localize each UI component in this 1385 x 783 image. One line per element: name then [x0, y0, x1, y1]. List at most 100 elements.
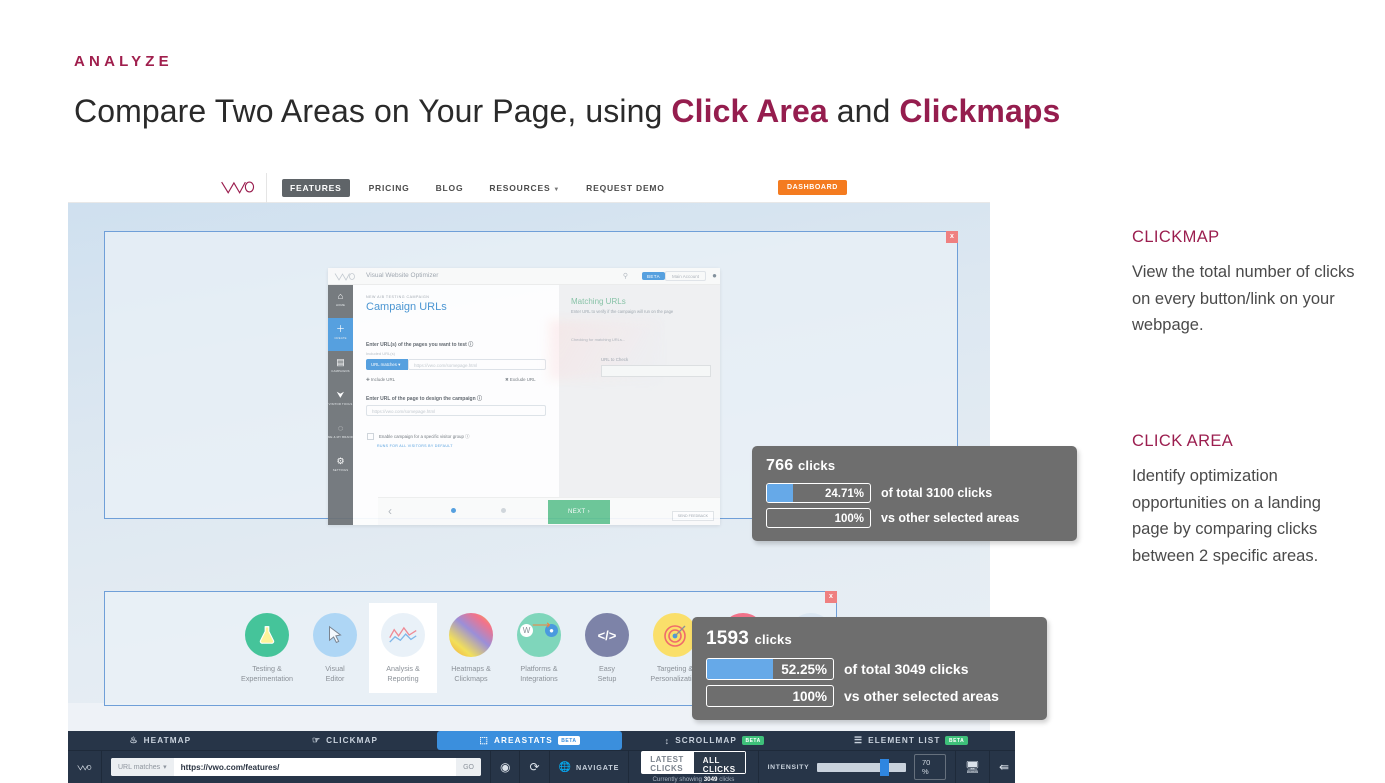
tooltip-1-percent-bar: 24.71% [766, 483, 871, 503]
nav-link-pricing[interactable]: PRICING [356, 183, 423, 193]
vwo-logo-icon [77, 764, 92, 771]
bar-fill [707, 659, 773, 679]
sidebar-item-visitor-tools[interactable]: ⮟ VISITOR TOOLS [328, 384, 353, 417]
info-icon[interactable]: ⓘ [465, 434, 469, 439]
tooltip-2-row-compare: 100% vs other selected areas [706, 685, 1033, 707]
eye-icon[interactable]: ◉ [500, 760, 510, 774]
nav-link-features[interactable]: FEATURES [282, 179, 350, 197]
url-input-1[interactable]: https://vwo.com/somepage.html [408, 359, 546, 370]
close-icon[interactable]: x [946, 231, 958, 243]
feature-easy-setup[interactable]: </> Easy Setup [573, 603, 641, 693]
search-icon[interactable]: ⚲ [623, 272, 628, 280]
feature-analysis-reporting[interactable]: Analysis & Reporting [369, 603, 437, 693]
url-match-selector[interactable]: URL matches ▾ [366, 359, 408, 370]
app-main-content: NEW A/B TESTING CAMPAIGN Campaign URLs E… [353, 285, 720, 525]
globe-icon: 🌐 [558, 761, 571, 773]
sidebar-item-create[interactable]: ＋ CREATE [328, 318, 353, 351]
page-title-accent-click-area: Click Area [671, 93, 828, 129]
cursor-icon [313, 613, 357, 657]
next-button[interactable]: NEXT › [548, 500, 610, 524]
vwo-logo-icon [221, 181, 255, 194]
device-button-cell[interactable]: 🖥 [956, 751, 990, 783]
tab-heatmap[interactable]: ♨ HEATMAP [68, 731, 253, 750]
clicks-segmented-control[interactable]: LATEST CLICKS ALL CLICKS [641, 751, 746, 774]
beta-badge: BETA [945, 736, 968, 745]
url-input-2[interactable]: https://vwo.com/somepage.html [366, 405, 546, 416]
click-area-tooltip-2: 1593 clicks 52.25% of total 3049 clicks … [692, 617, 1047, 720]
step-urls[interactable]: URLs [438, 508, 468, 525]
matching-urls-heading: Matching URLs [571, 297, 626, 306]
nav-link-resources[interactable]: RESOURCES ▼ [476, 183, 573, 193]
tab-element-list[interactable]: ☰ ELEMENT LIST BETA [807, 731, 1015, 750]
include-url-link[interactable]: ✚ Include URL [366, 377, 395, 383]
page-title-accent-clickmaps: Clickmaps [899, 93, 1061, 129]
feature-label: Testing & Experimentation [241, 664, 293, 684]
monitor-icon[interactable]: 🖥 [965, 760, 980, 774]
tooltip-1-row-compare: 100% vs other selected areas [766, 508, 1063, 528]
click-area-tooltip-1: 766 clicks 24.71% of total 3100 clicks 1… [752, 446, 1077, 541]
app-beta-badge: BETA [641, 272, 665, 280]
sidebar-item-campaigns[interactable]: ▤ CAMPAIGNS [328, 351, 353, 384]
url-match-dropdown[interactable]: URL matches ▾ [111, 758, 174, 776]
intensity-value[interactable]: 70 % [913, 754, 946, 780]
app-product-name: Visual Website Optimizer [366, 272, 439, 279]
exclude-url-link[interactable]: ✖ Exclude URL [505, 377, 536, 383]
tooltip-2-total-caption: of total 3049 clicks [844, 661, 969, 677]
eye-button-cell[interactable]: ◉ [491, 751, 521, 783]
feature-heatmaps-clickmaps[interactable]: Heatmaps & Clickmaps [437, 603, 505, 693]
sidebar-item-brand[interactable]: ◌ ME & MY BRAND [328, 417, 353, 450]
dashed-box-icon: ⬚ [479, 735, 490, 745]
feature-platforms-integrations[interactable]: W ● ⟶ Platforms & Integrations [505, 603, 573, 693]
nav-link-blog[interactable]: BLOG [423, 183, 477, 193]
tab-label: AREASTATS [494, 736, 553, 745]
intensity-slider[interactable] [817, 758, 906, 776]
flame-icon: ♨ [129, 735, 139, 745]
url-bar[interactable]: URL matches ▾ https://vwo.com/features/ G… [111, 758, 481, 776]
tab-label: ELEMENT LIST [868, 736, 941, 745]
notification-icon[interactable]: ● [712, 271, 717, 280]
page-title-part-2: and [827, 93, 900, 129]
info-icon[interactable]: ⓘ [477, 396, 482, 402]
page-eyebrow: ANALYZE [74, 53, 173, 70]
slider-knob[interactable] [880, 758, 890, 776]
tab-clickmap[interactable]: ☞ CLICKMAP [253, 731, 438, 750]
send-feedback-button[interactable]: SEND FEEDBACK [671, 511, 714, 521]
tooltip-2-percent-bar: 52.25% [706, 658, 834, 680]
segment-all-clicks[interactable]: ALL CLICKS [692, 751, 746, 774]
previous-button[interactable]: ‹ [388, 504, 392, 518]
sidebar-item-home[interactable]: ⌂ HOME [328, 285, 353, 318]
url-input[interactable]: https://vwo.com/features/ [174, 763, 456, 772]
close-icon[interactable]: x [825, 591, 837, 603]
dashboard-button[interactable]: DASHBOARD [778, 180, 847, 195]
info-icon[interactable]: ⓘ [468, 342, 473, 348]
sidebar-section-clickmap: CLICKMAP View the total number of clicks… [1132, 228, 1372, 339]
tab-scrollmap[interactable]: ↕ SCROLLMAP BETA [622, 731, 807, 750]
share-icon[interactable]: ⇚ [999, 760, 1009, 774]
go-button[interactable]: GO [456, 758, 481, 776]
tab-areastats[interactable]: ⬚ AREASTATS BETA [437, 731, 623, 750]
currently-showing-label: Currently showing 3049 clicks [652, 776, 735, 783]
refresh-button-cell[interactable]: ⟳ [520, 751, 550, 783]
run-all-visitors-label: RUNS FOR ALL VISITORS BY DEFAULT [377, 444, 453, 448]
updown-arrow-icon: ↕ [664, 735, 671, 746]
sidebar-item-settings[interactable]: ⚙ SETTINGS [328, 450, 353, 483]
page-title: Compare Two Areas on Your Page, using Cl… [74, 93, 1060, 130]
feature-testing-experimentation[interactable]: Testing & Experimentation [233, 603, 301, 693]
tab-label: CLICKMAP [326, 736, 379, 745]
app-sidebar: ⌂ HOME ＋ CREATE ▤ CAMPAIGNS ⮟ VISITOR TO… [328, 285, 353, 525]
sidebar-section-click-area: CLICK AREA Identify optimization opportu… [1132, 432, 1360, 570]
navigate-button-cell[interactable]: 🌐 NAVIGATE [550, 751, 630, 783]
segment-latest-clicks[interactable]: LATEST CLICKS [641, 751, 693, 774]
tooltip-2-row-total: 52.25% of total 3049 clicks [706, 658, 1033, 680]
feature-visual-editor[interactable]: Visual Editor [301, 603, 369, 693]
visitor-group-checkbox[interactable] [367, 433, 374, 440]
account-menu[interactable]: Main Account [664, 271, 706, 281]
chevron-down-icon: ▼ [553, 187, 561, 193]
share-button-cell[interactable]: ⇚ [990, 751, 1018, 783]
refresh-icon[interactable]: ⟳ [529, 760, 539, 774]
step-variations[interactable]: VARIATIONS [488, 508, 518, 525]
nav-link-request-demo[interactable]: REQUEST DEMO [573, 183, 678, 193]
navigate-label: NAVIGATE [576, 762, 620, 772]
url-to-check-input[interactable] [601, 365, 711, 377]
feature-label: Heatmaps & Clickmaps [451, 664, 491, 684]
